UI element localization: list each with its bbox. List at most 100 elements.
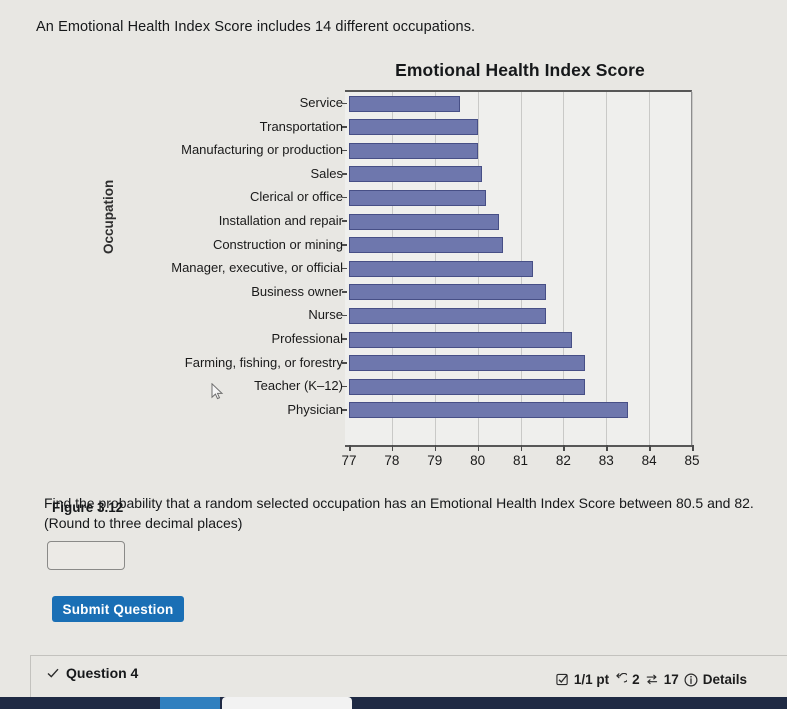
bar [349, 237, 504, 254]
bar-row: Farming, fishing, or forestry [185, 352, 691, 376]
bar-row: Clerical or office [250, 186, 691, 210]
taskbar-item-window[interactable] [222, 697, 352, 709]
answer-input[interactable] [47, 541, 125, 570]
bar [349, 260, 534, 277]
x-axis-tick-label: 82 [555, 453, 571, 468]
category-tick [342, 409, 347, 411]
bar-row: Construction or mining [213, 234, 691, 258]
bar-row: Installation and repair [219, 210, 691, 234]
undo-arrow-icon [614, 673, 628, 686]
bar-row: Nurse [308, 304, 691, 328]
category-label: Physician [287, 401, 343, 417]
y-axis-title: Occupation [101, 179, 116, 254]
category-tick [342, 102, 347, 104]
bar [349, 331, 572, 348]
category-tick [342, 149, 347, 152]
x-axis-tick-label: 83 [598, 453, 614, 468]
x-axis-tick [391, 445, 394, 451]
category-label: Sales [310, 165, 343, 181]
bar-row: Manager, executive, or official [171, 257, 691, 281]
bar [349, 355, 585, 372]
bars-layer: Service Transportation Manufacturing or pr… [171, 92, 691, 445]
details-link[interactable]: Details [703, 672, 747, 687]
x-axis-tick-label: 80 [470, 453, 486, 468]
x-axis-tick-label: 79 [427, 453, 443, 468]
bar-row: Manufacturing or production [181, 139, 691, 163]
x-axis-tick [434, 445, 437, 451]
question-status: Question 4 [46, 665, 138, 681]
bar [349, 142, 478, 159]
bar [349, 119, 478, 136]
category-label: Manufacturing or production [181, 142, 343, 158]
bar [349, 189, 487, 206]
points-value: 1/1 pt [573, 672, 610, 687]
category-label: Installation and repair [218, 212, 343, 228]
info-circle-icon[interactable] [684, 672, 698, 687]
intro-text: An Emotional Health Index Score includes… [36, 19, 476, 35]
bar [349, 166, 482, 183]
category-label: Nurse [308, 307, 343, 323]
bar [349, 213, 500, 230]
bar [349, 378, 585, 395]
bar [349, 284, 547, 301]
category-tick [342, 291, 347, 293]
bar-row: Business owner [251, 281, 691, 305]
x-axis-line [345, 445, 693, 447]
taskbar [0, 697, 787, 709]
bar [349, 95, 461, 112]
x-axis-tick [606, 445, 608, 451]
category-tick [342, 220, 347, 222]
category-tick [342, 244, 347, 246]
x-axis-tick [692, 445, 694, 451]
category-tick [342, 338, 347, 340]
category-tick [342, 267, 347, 270]
question-prompt: Find the probability that a random selec… [44, 495, 754, 531]
category-label: Farming, fishing, or forestry [184, 354, 343, 370]
retries-value: 2 [632, 672, 640, 687]
category-label: Business owner [251, 283, 343, 299]
x-axis-tick [349, 445, 351, 451]
bar-row: Service [300, 92, 691, 116]
category-label: Transportation [259, 118, 343, 134]
x-axis-tick [477, 445, 480, 451]
taskbar-item-browser[interactable] [160, 697, 220, 709]
question-meta: 1/1 pt 2 17 Details [556, 672, 747, 687]
bar-row: Physician [287, 399, 691, 423]
category-label: Service [299, 95, 343, 110]
bar [349, 307, 547, 324]
plot-area: Service Transportation Manufacturing or pr… [171, 90, 693, 445]
x-axis-tick-label: 78 [384, 453, 400, 468]
two-way-arrows-icon [645, 673, 659, 686]
category-tick [342, 314, 347, 317]
checkbox-checked-icon [556, 673, 569, 686]
bar-row: Sales [310, 163, 691, 187]
bar-row: Professional [271, 328, 691, 352]
x-axis-tick [520, 445, 522, 451]
category-tick [342, 362, 347, 364]
attempts-value: 17 [663, 672, 679, 687]
question-label: Question 4 [66, 665, 139, 681]
check-icon [46, 666, 60, 680]
category-tick [342, 173, 347, 175]
category-label: Clerical or office [250, 189, 343, 205]
footer-divider [30, 655, 787, 656]
submit-question-button[interactable]: Submit Question [52, 596, 184, 622]
bar-row: Transportation [260, 116, 691, 140]
bar-row: Teacher (K–12) [254, 375, 691, 399]
category-label: Teacher (K–12) [254, 378, 343, 394]
x-axis-tick-label: 81 [512, 453, 529, 468]
x-axis-tick-label: 85 [684, 453, 700, 468]
emotional-health-index-chart: Emotional Health Index Score Occupation … [0, 52, 787, 515]
category-tick [342, 126, 347, 128]
x-axis-tick [649, 445, 651, 451]
category-label: Manager, executive, or official [171, 260, 343, 276]
chart-title: Emotional Health Index Score [395, 60, 645, 80]
x-axis-tick-label: 77 [341, 453, 357, 468]
bar [349, 402, 628, 419]
category-label: Construction or mining [212, 236, 343, 252]
category-label: Professional [271, 330, 343, 346]
gridline [692, 92, 693, 445]
x-axis-tick [563, 445, 565, 451]
category-tick [342, 385, 347, 388]
category-tick [342, 196, 347, 199]
